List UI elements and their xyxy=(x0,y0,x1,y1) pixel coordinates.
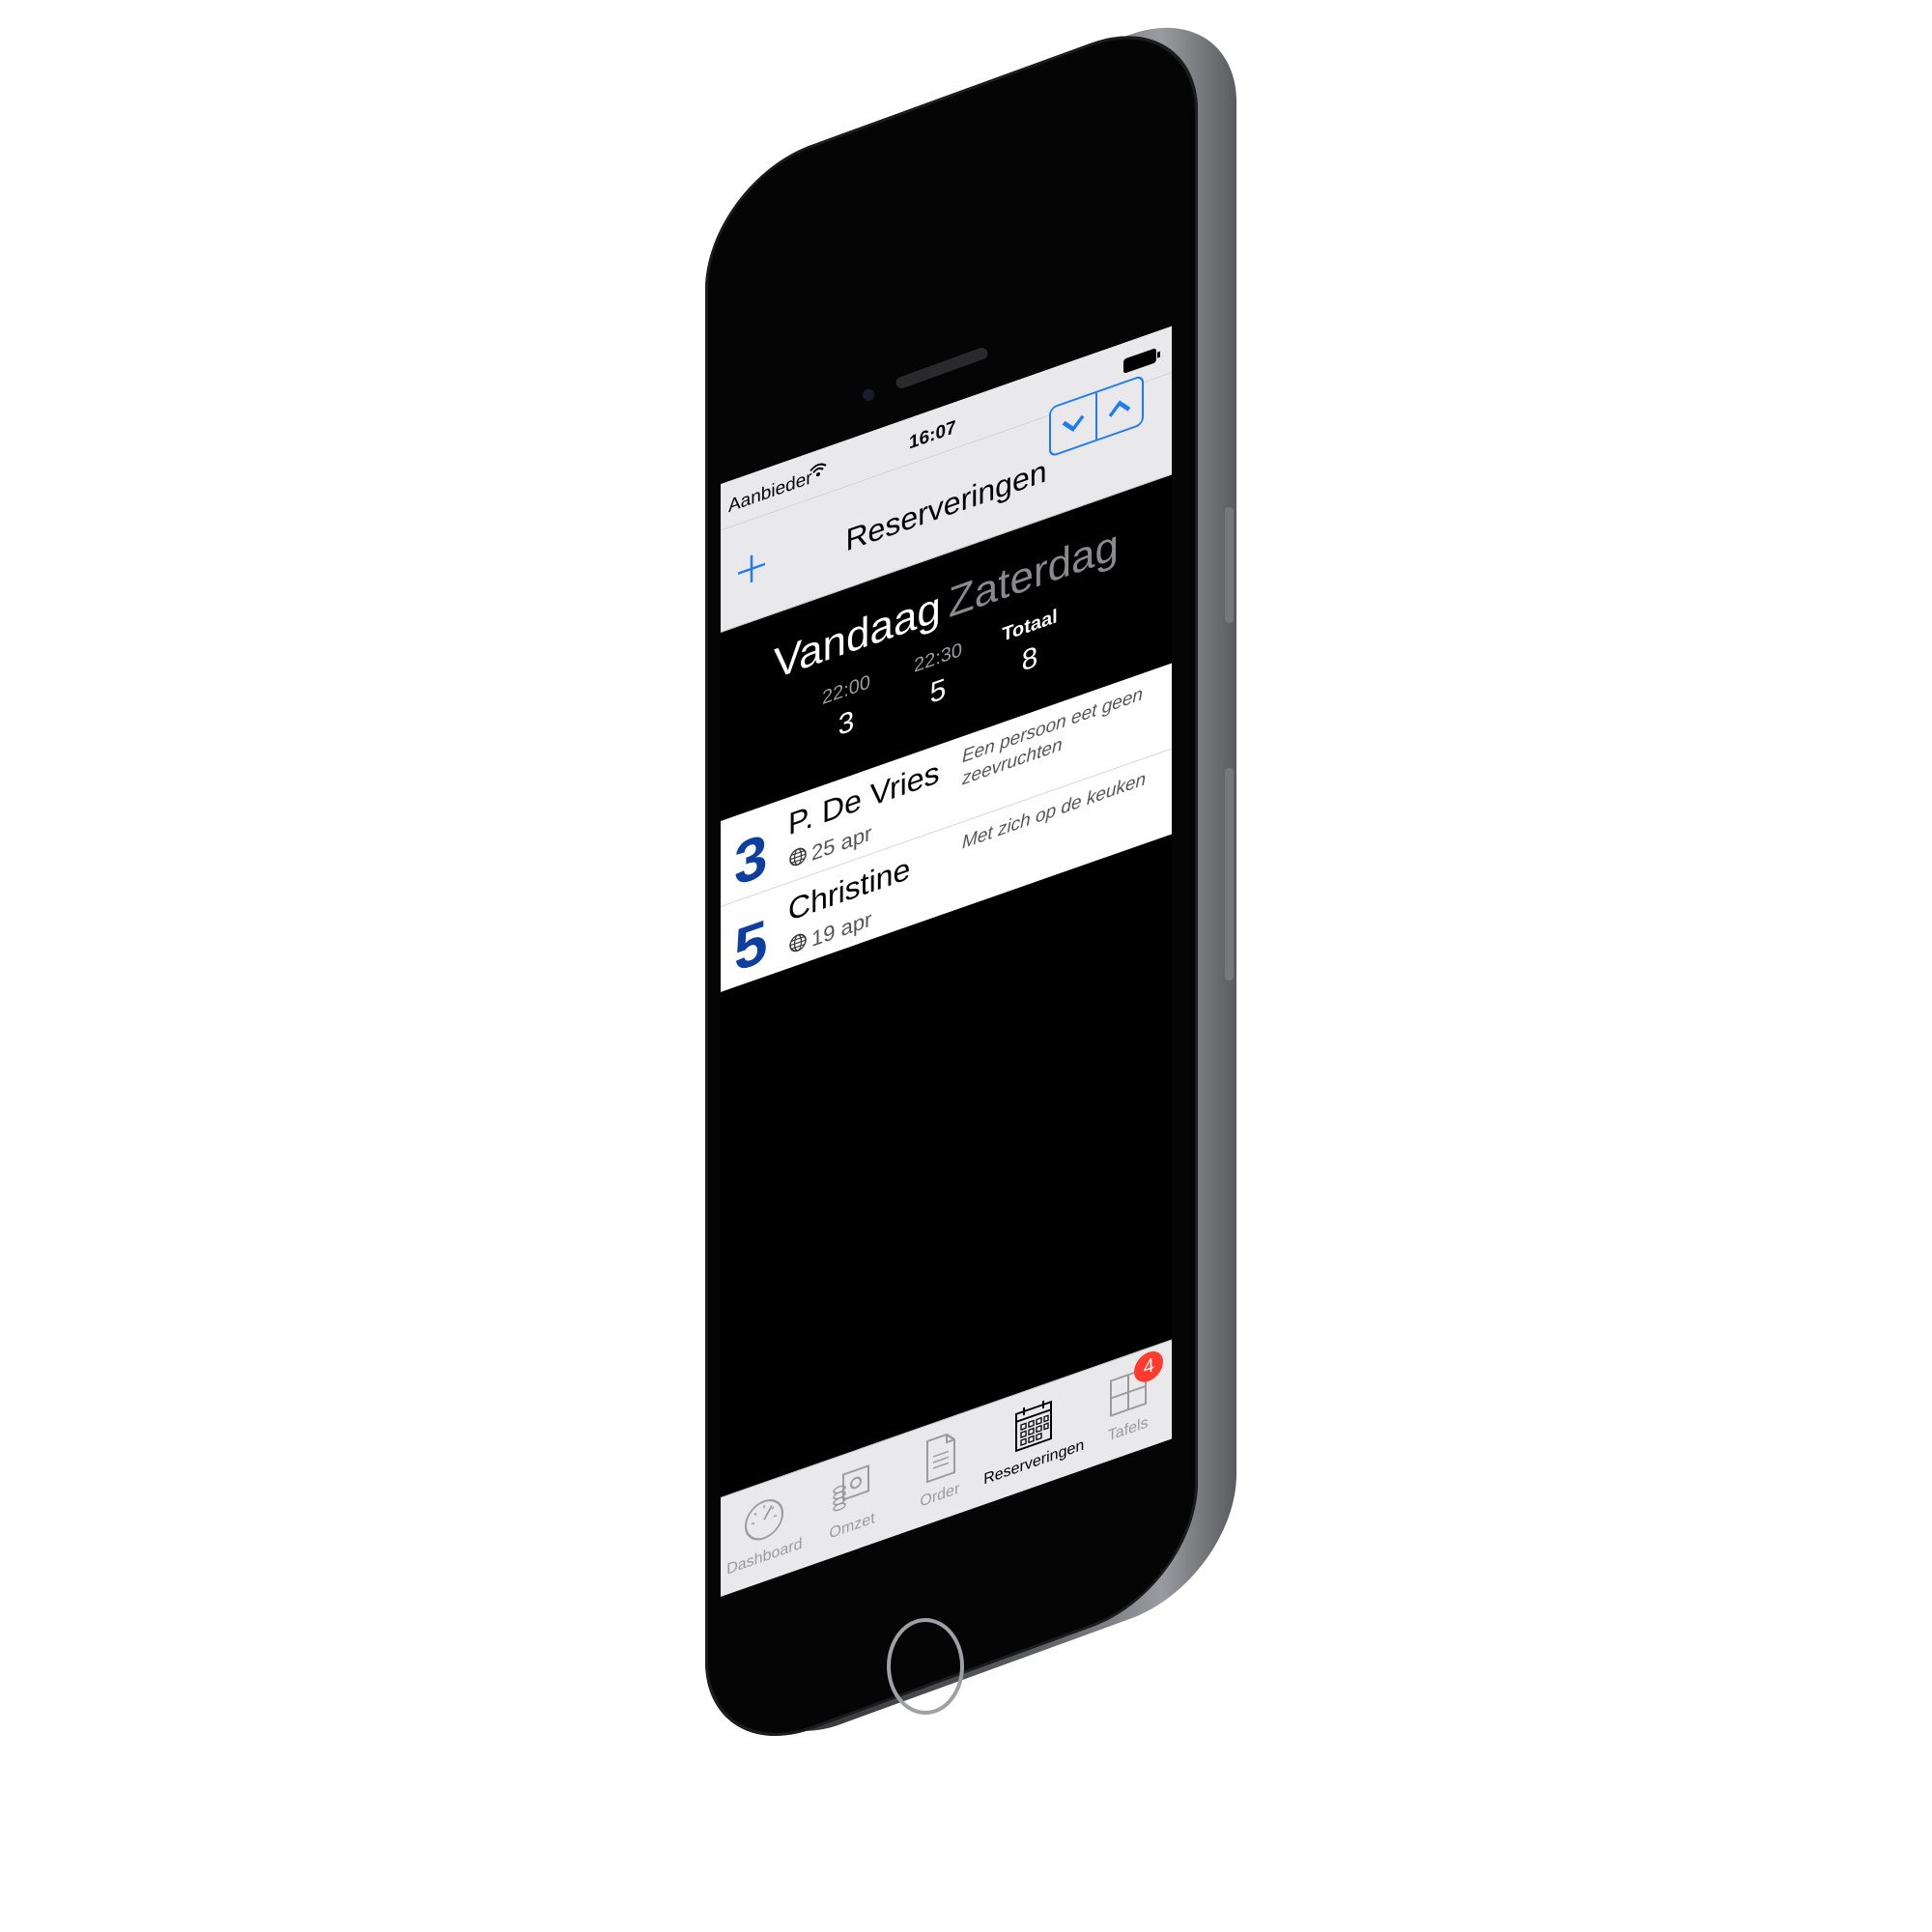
document-icon xyxy=(925,1433,955,1484)
globe-icon xyxy=(788,930,808,962)
stat-slot-1: 22:00 3 xyxy=(812,668,880,753)
globe-icon xyxy=(788,844,808,876)
gauge-icon xyxy=(745,1498,784,1541)
coins-icon xyxy=(833,1464,870,1512)
calendar-icon xyxy=(1015,1400,1053,1453)
home-button[interactable] xyxy=(887,1618,964,1715)
front-camera xyxy=(863,389,874,401)
chevron-down-icon xyxy=(1062,414,1085,433)
status-time: 16:07 xyxy=(909,416,956,454)
battery-icon xyxy=(1123,348,1156,374)
reservation-list: 3 P. De Vries 25 apr Een persoon eet gee… xyxy=(721,663,1172,992)
chevron-up-icon xyxy=(1108,400,1131,417)
notification-badge: 4 xyxy=(1134,1347,1164,1387)
stat-total: Totaal 8 xyxy=(996,604,1064,689)
wifi-icon xyxy=(810,458,827,484)
volume-up-button xyxy=(1225,507,1234,623)
screen: Aanbieder 16:07 Reserveringen VandaagZat… xyxy=(721,326,1172,1597)
party-size: 5 xyxy=(734,907,768,986)
party-size: 3 xyxy=(734,821,768,900)
power-button xyxy=(1225,768,1234,980)
stat-slot-2: 22:30 5 xyxy=(904,636,972,721)
